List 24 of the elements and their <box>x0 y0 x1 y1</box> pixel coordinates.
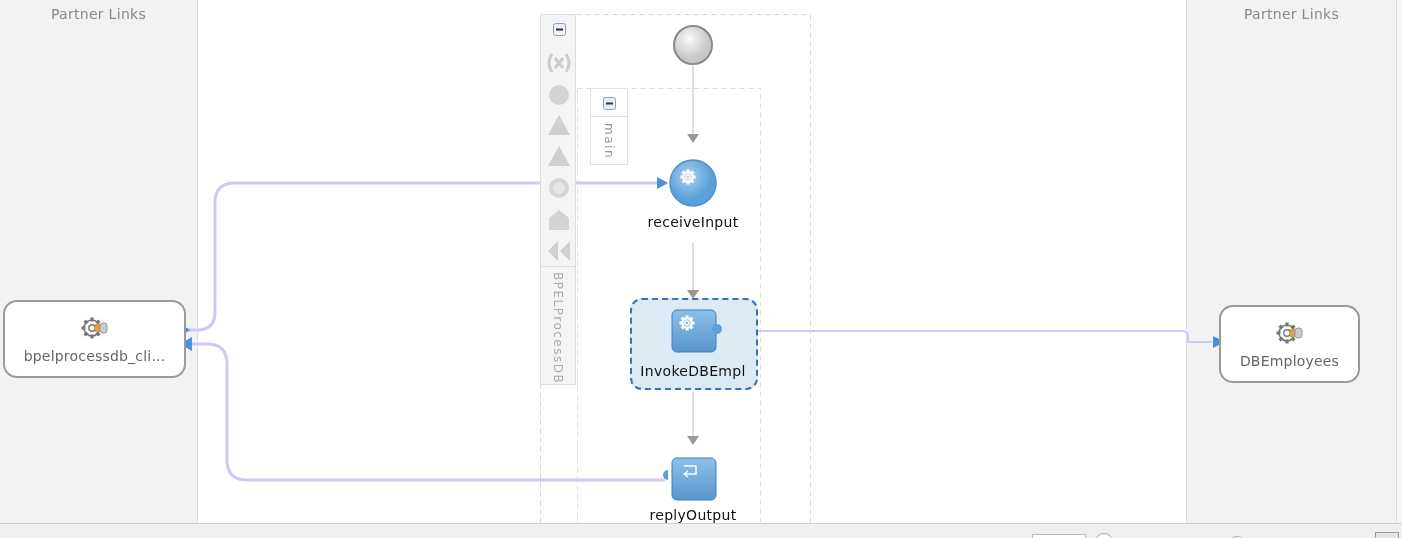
reply-node[interactable] <box>662 456 718 502</box>
flow-arrow <box>687 391 699 445</box>
clock-icon[interactable] <box>547 176 571 200</box>
partner-link-node[interactable]: DBEmployees <box>1219 305 1360 383</box>
start-node[interactable] <box>672 24 714 66</box>
process-name: BPELProcessDB <box>551 272 565 385</box>
fault-icon[interactable] <box>547 83 571 107</box>
scope-name: main <box>602 123 616 159</box>
rewind-icon[interactable] <box>546 239 572 263</box>
activity-label: InvokeDBEmpl <box>640 363 746 379</box>
collapse-icon[interactable] <box>553 23 566 36</box>
collapse-icon[interactable] <box>603 97 616 110</box>
warning-icon[interactable] <box>546 144 572 168</box>
variables-icon[interactable] <box>545 52 573 74</box>
envelope-icon[interactable] <box>547 208 571 232</box>
lane-title: Partner Links <box>1243 6 1340 24</box>
partner-link-node[interactable]: bpelprocessdb_cli... <box>3 300 186 378</box>
partner-link-label: bpelprocessdb_cli... <box>23 348 166 364</box>
partner-link-label: DBEmployees <box>1239 353 1340 369</box>
activity-label: replyOutput <box>649 507 737 523</box>
lane-title: Partner Links <box>50 6 147 24</box>
flow-arrow <box>687 242 699 299</box>
warning-icon[interactable] <box>546 113 572 137</box>
activity-label: receiveInput <box>647 214 739 230</box>
